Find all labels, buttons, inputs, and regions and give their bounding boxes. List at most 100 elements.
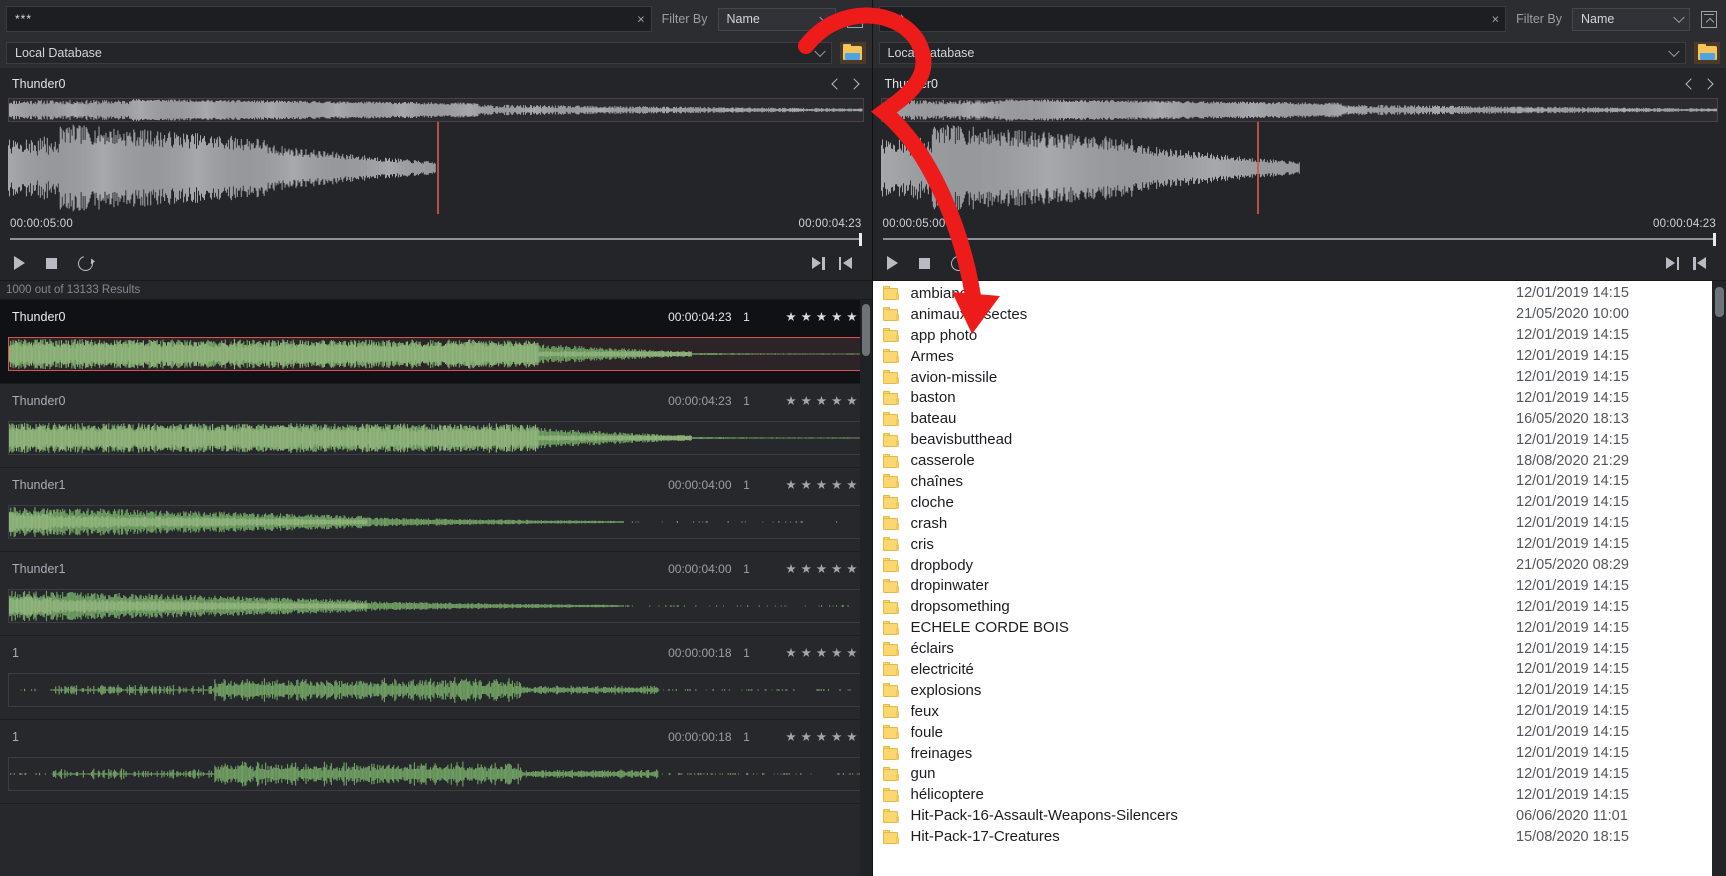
result-rating[interactable]: ★ ★ ★ ★ ★	[762, 311, 864, 324]
folder-browser[interactable]: ambiance 12/01/2019 14:15 animaux-insectes…	[872, 280, 1726, 876]
star-icon[interactable]: ★	[816, 479, 827, 492]
folder-row[interactable]: app photo 12/01/2019 14:15	[873, 325, 1713, 346]
left-skip-start-button[interactable]	[838, 256, 852, 270]
star-icon[interactable]: ★	[846, 647, 857, 660]
star-icon[interactable]: ★	[801, 395, 812, 408]
left-waveform-main[interactable]	[8, 122, 864, 214]
result-row[interactable]: 1 00:00:00:18 1 ★ ★ ★ ★ ★	[0, 636, 872, 720]
left-database-select[interactable]: Local Database	[6, 42, 832, 64]
folder-row[interactable]: animaux-insectes 21/05/2020 10:00	[873, 304, 1713, 325]
right-skip-end-button[interactable]	[1666, 256, 1679, 270]
folder-list[interactable]: ambiance 12/01/2019 14:15 animaux-insectes…	[873, 281, 1713, 876]
right-open-folder-button[interactable]	[1694, 42, 1720, 64]
right-filter-dropdown[interactable]: Name	[1572, 7, 1690, 31]
left-search-clear-icon[interactable]: ×	[637, 13, 645, 26]
star-icon[interactable]: ★	[785, 395, 796, 408]
star-icon[interactable]: ★	[846, 395, 857, 408]
folder-row[interactable]: cloche 12/01/2019 14:15	[873, 492, 1713, 513]
left-skip-end-button[interactable]	[811, 256, 825, 270]
star-icon[interactable]: ★	[831, 647, 842, 660]
results-scrollbar[interactable]	[859, 300, 872, 876]
folder-row[interactable]: explosions 12/01/2019 14:15	[873, 680, 1713, 701]
result-rating[interactable]: ★ ★ ★ ★ ★	[762, 731, 864, 744]
folder-row[interactable]: avion-missile 12/01/2019 14:15	[873, 367, 1713, 388]
star-icon[interactable]: ★	[801, 311, 812, 324]
star-icon[interactable]: ★	[831, 311, 842, 324]
results-list[interactable]: Thunder0 00:00:04:23 1 ★ ★ ★ ★ ★ Thunder0 00:00:0…	[0, 299, 872, 876]
folder-row[interactable]: Hit-Pack-16-Assault-Weapons-Silencers 06/…	[873, 805, 1713, 826]
right-scrub-thumb[interactable]	[1713, 233, 1716, 246]
results-scrollbar-thumb[interactable]	[861, 304, 870, 356]
left-scrub-thumb[interactable]	[858, 233, 862, 246]
right-search-input[interactable]	[879, 7, 1506, 31]
folder-row[interactable]: dropsomething 12/01/2019 14:15	[873, 596, 1713, 617]
next-item-icon[interactable]	[1702, 78, 1714, 90]
left-playhead[interactable]	[437, 122, 439, 214]
right-search-clear-icon[interactable]: ×	[1492, 13, 1500, 26]
right-stop-button[interactable]	[918, 257, 930, 269]
folder-row[interactable]: crash 12/01/2019 14:15	[873, 513, 1713, 534]
left-search-field[interactable]: ×	[6, 6, 652, 32]
right-playhead[interactable]	[1257, 122, 1259, 214]
result-row[interactable]: Thunder1 00:00:04:00 1 ★ ★ ★ ★ ★	[0, 468, 872, 552]
right-skip-start-button[interactable]	[1693, 256, 1706, 270]
result-rating[interactable]: ★ ★ ★ ★ ★	[762, 647, 864, 660]
right-database-select[interactable]: Local Database	[878, 42, 1686, 64]
result-waveform[interactable]	[8, 505, 864, 539]
prev-item-icon[interactable]	[1685, 78, 1697, 90]
star-icon[interactable]: ★	[801, 479, 812, 492]
star-icon[interactable]: ★	[816, 647, 827, 660]
left-list-view-button[interactable]	[844, 8, 866, 30]
left-play-button[interactable]	[14, 256, 25, 270]
result-row[interactable]: Thunder0 00:00:04:23 1 ★ ★ ★ ★ ★	[0, 384, 872, 468]
right-loop-button[interactable]	[947, 252, 969, 274]
star-icon[interactable]: ★	[846, 311, 857, 324]
result-rating[interactable]: ★ ★ ★ ★ ★	[762, 479, 864, 492]
left-search-input[interactable]	[7, 7, 651, 31]
folder-scrollbar[interactable]	[1712, 281, 1726, 876]
result-waveform[interactable]	[8, 589, 864, 623]
folder-row[interactable]: éclairs 12/01/2019 14:15	[873, 638, 1713, 659]
folder-row[interactable]: ECHELE CORDE BOIS 12/01/2019 14:15	[873, 617, 1713, 638]
star-icon[interactable]: ★	[846, 479, 857, 492]
result-row[interactable]: Thunder0 00:00:04:23 1 ★ ★ ★ ★ ★	[0, 300, 872, 384]
right-waveform-main[interactable]	[880, 122, 1718, 214]
folder-row[interactable]: dropbody 21/05/2020 08:29	[873, 555, 1713, 576]
left-stop-button[interactable]	[46, 257, 57, 269]
result-rating[interactable]: ★ ★ ★ ★ ★	[762, 563, 864, 576]
right-list-view-button[interactable]	[1698, 8, 1720, 30]
left-open-folder-button[interactable]	[839, 42, 866, 64]
folder-row[interactable]: freinages 12/01/2019 14:15	[873, 743, 1713, 764]
next-item-icon[interactable]	[847, 78, 860, 90]
star-icon[interactable]: ★	[831, 731, 842, 744]
result-rating[interactable]: ★ ★ ★ ★ ★	[762, 395, 864, 408]
folder-row[interactable]: hélicoptere 12/01/2019 14:15	[873, 784, 1713, 805]
star-icon[interactable]: ★	[846, 563, 857, 576]
right-search-field[interactable]: ×	[878, 6, 1507, 32]
star-icon[interactable]: ★	[785, 731, 796, 744]
folder-row[interactable]: foule 12/01/2019 14:15	[873, 722, 1713, 743]
star-icon[interactable]: ★	[801, 563, 812, 576]
right-waveform-overview[interactable]	[880, 98, 1718, 122]
left-loop-button[interactable]	[75, 252, 96, 274]
star-icon[interactable]: ★	[785, 479, 796, 492]
folder-row[interactable]: cris 12/01/2019 14:15	[873, 534, 1713, 555]
result-waveform[interactable]	[8, 673, 864, 707]
star-icon[interactable]: ★	[785, 647, 796, 660]
star-icon[interactable]: ★	[831, 395, 842, 408]
star-icon[interactable]: ★	[816, 395, 827, 408]
folder-row[interactable]: gun 12/01/2019 14:15	[873, 763, 1713, 784]
right-play-button[interactable]	[886, 256, 898, 270]
folder-row[interactable]: ambiance 12/01/2019 14:15	[873, 283, 1713, 304]
star-icon[interactable]: ★	[816, 563, 827, 576]
folder-row[interactable]: feux 12/01/2019 14:15	[873, 701, 1713, 722]
star-icon[interactable]: ★	[816, 731, 827, 744]
star-icon[interactable]: ★	[846, 731, 857, 744]
folder-row[interactable]: electricité 12/01/2019 14:15	[873, 659, 1713, 680]
folder-row[interactable]: baston 12/01/2019 14:15	[873, 387, 1713, 408]
star-icon[interactable]: ★	[816, 311, 827, 324]
star-icon[interactable]: ★	[785, 563, 796, 576]
result-row[interactable]: Thunder1 00:00:04:00 1 ★ ★ ★ ★ ★	[0, 552, 872, 636]
left-scrubber[interactable]	[8, 232, 864, 246]
result-waveform[interactable]	[8, 757, 864, 791]
